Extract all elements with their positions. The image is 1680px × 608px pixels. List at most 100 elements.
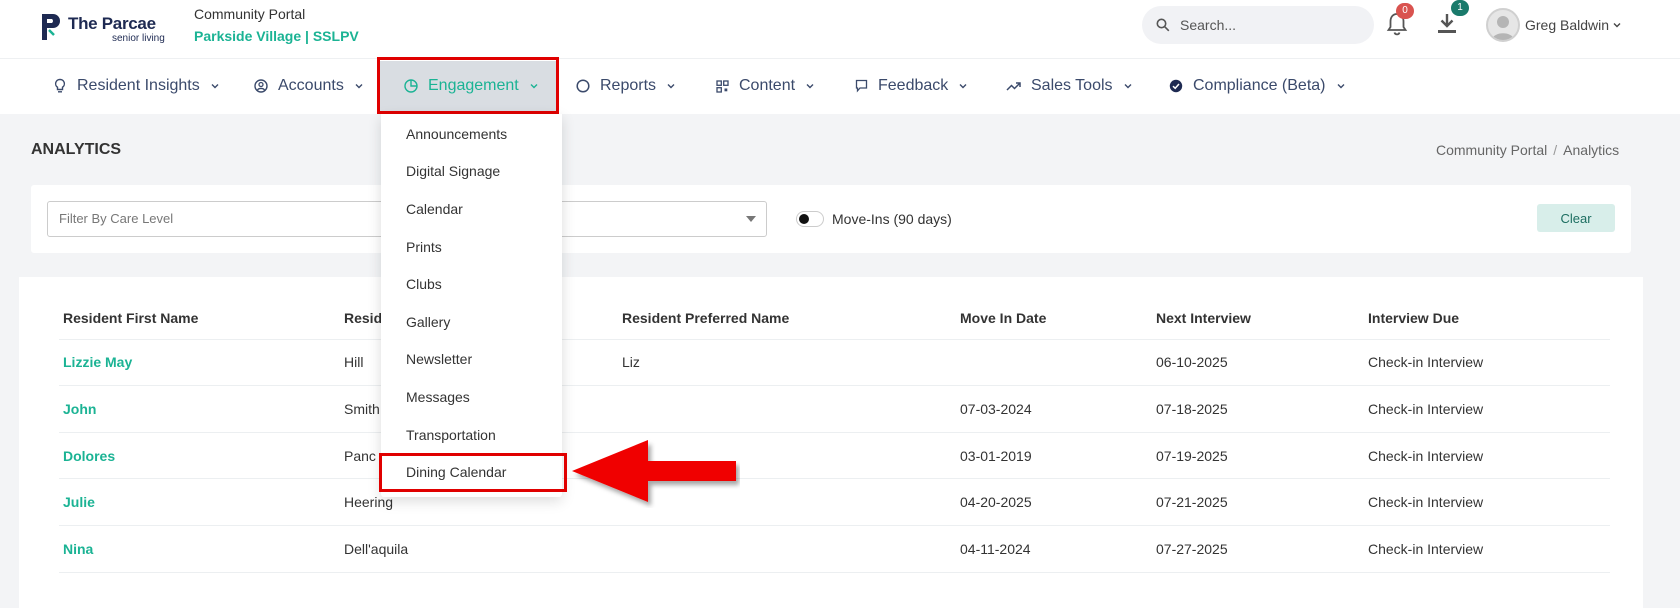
check-badge-icon <box>1169 79 1183 93</box>
breadcrumb: Community Portal / Analytics <box>1436 142 1620 158</box>
brand-logo[interactable]: The Parcae senior living <box>40 12 170 44</box>
toggle-knob <box>799 214 809 224</box>
chevron-down-icon <box>355 84 363 89</box>
resident-first-name-link[interactable]: Nina <box>63 541 93 557</box>
community-name[interactable]: Parkside Village | SSLPV <box>194 28 359 44</box>
search-box[interactable] <box>1142 6 1374 44</box>
interview-due: Check-in Interview <box>1368 541 1484 557</box>
next-interview-date: 07-18-2025 <box>1156 401 1228 417</box>
portal-title: Community Portal <box>194 6 306 22</box>
main-nav <box>0 58 1680 114</box>
move-ins-label: Move-Ins (90 days) <box>832 211 952 227</box>
brand-tagline: senior living <box>112 33 165 44</box>
row-divider <box>59 572 1610 573</box>
user-circle-icon <box>254 79 268 93</box>
resident-first-name-link[interactable]: John <box>63 401 96 417</box>
nav-sales-tools[interactable]: Sales Tools <box>1006 58 1133 114</box>
row-divider <box>59 478 1610 479</box>
chevron-down-icon <box>211 84 219 89</box>
move-in-date: 03-01-2019 <box>960 448 1032 464</box>
nav-label: Accounts <box>278 77 344 94</box>
move-in-date: 07-03-2024 <box>960 401 1032 417</box>
user-avatar-icon <box>1492 16 1514 40</box>
resident-last-name: Panc <box>344 448 376 464</box>
search-icon <box>1156 18 1170 32</box>
chevron-down-icon[interactable] <box>1612 20 1622 30</box>
resident-first-name-link[interactable]: Dolores <box>63 448 115 464</box>
row-divider <box>59 432 1610 433</box>
nav-label: Feedback <box>878 77 949 94</box>
col-last-name[interactable]: Resid <box>344 310 382 326</box>
user-name[interactable]: Greg Baldwin <box>1525 17 1609 33</box>
avatar[interactable] <box>1486 8 1520 42</box>
search-input[interactable] <box>1180 15 1360 35</box>
nav-label: Content <box>739 77 796 94</box>
page-title: ANALYTICS <box>31 141 122 158</box>
resident-first-name-link[interactable]: Julie <box>63 494 95 510</box>
resident-first-name-link[interactable]: Lizzie May <box>63 354 132 370</box>
chevron-down-icon <box>1337 84 1344 89</box>
download-count-badge: 1 <box>1451 0 1469 16</box>
row-divider <box>59 525 1610 526</box>
circle-icon <box>576 79 590 93</box>
trend-up-icon <box>1006 82 1021 91</box>
residents-table-card <box>19 277 1643 608</box>
nav-label: Sales Tools <box>1031 77 1113 94</box>
nav-label: Reports <box>600 77 657 94</box>
menu-item-calendar[interactable]: Calendar <box>406 201 463 217</box>
breadcrumb-community-portal[interactable]: Community Portal <box>1436 142 1547 158</box>
next-interview-date: 07-19-2025 <box>1156 448 1228 464</box>
nav-resident-insights[interactable]: Resident Insights <box>53 58 220 114</box>
chevron-down-icon <box>959 84 967 89</box>
col-preferred-name[interactable]: Resident Preferred Name <box>622 310 789 326</box>
breadcrumb-analytics: Analytics <box>1563 142 1620 158</box>
menu-item-transportation[interactable]: Transportation <box>406 427 496 443</box>
resident-last-name: Hill <box>344 354 364 370</box>
top-header: The Parcae senior living Community Porta… <box>0 0 1680 58</box>
nav-content[interactable]: Content <box>716 58 815 114</box>
col-interview-due[interactable]: Interview Due <box>1368 310 1459 326</box>
nav-label: Resident Insights <box>77 77 200 94</box>
nav-compliance[interactable]: Compliance (Beta) <box>1169 58 1346 114</box>
care-level-placeholder: Filter By Care Level <box>59 211 174 226</box>
chevron-down-icon <box>667 84 675 89</box>
interview-due: Check-in Interview <box>1368 354 1484 370</box>
menu-item-digital-signage[interactable]: Digital Signage <box>406 163 500 179</box>
chat-icon <box>855 79 868 93</box>
menu-item-messages[interactable]: Messages <box>406 389 470 405</box>
row-divider <box>59 339 1610 340</box>
annotation-arrow-icon <box>572 440 736 502</box>
lightbulb-icon <box>54 78 66 93</box>
move-in-date: 04-20-2025 <box>960 494 1032 510</box>
move-in-date: 04-11-2024 <box>960 541 1031 557</box>
resident-preferred-name: Liz <box>622 354 640 370</box>
chevron-down-icon <box>806 84 814 89</box>
annotation-highlight-engagement <box>377 57 559 114</box>
clear-button[interactable]: Clear <box>1537 204 1615 232</box>
move-ins-toggle[interactable] <box>796 211 824 227</box>
brand-name: The Parcae <box>68 14 156 33</box>
parcae-logo-icon <box>42 14 60 40</box>
grid-icon <box>716 79 729 93</box>
interview-due: Check-in Interview <box>1368 401 1484 417</box>
col-next-interview[interactable]: Next Interview <box>1156 310 1251 326</box>
menu-item-clubs[interactable]: Clubs <box>406 276 442 292</box>
menu-item-newsletter[interactable]: Newsletter <box>406 351 472 367</box>
next-interview-date: 07-21-2025 <box>1156 494 1228 510</box>
notification-count-badge: 0 <box>1396 3 1414 19</box>
caret-down-icon <box>746 216 756 222</box>
resident-last-name: Smith <box>344 401 380 417</box>
col-first-name[interactable]: Resident First Name <box>63 310 198 326</box>
interview-due: Check-in Interview <box>1368 494 1484 510</box>
nav-reports[interactable]: Reports <box>576 58 676 114</box>
next-interview-date: 06-10-2025 <box>1156 354 1228 370</box>
nav-label: Compliance (Beta) <box>1193 77 1326 94</box>
menu-item-announcements[interactable]: Announcements <box>406 126 507 142</box>
menu-item-gallery[interactable]: Gallery <box>406 314 450 330</box>
nav-feedback[interactable]: Feedback <box>855 58 968 114</box>
resident-last-name: Dell'aquila <box>344 541 409 557</box>
nav-accounts[interactable]: Accounts <box>254 58 364 114</box>
row-divider <box>59 385 1610 386</box>
col-move-in-date[interactable]: Move In Date <box>960 310 1046 326</box>
menu-item-prints[interactable]: Prints <box>406 239 442 255</box>
